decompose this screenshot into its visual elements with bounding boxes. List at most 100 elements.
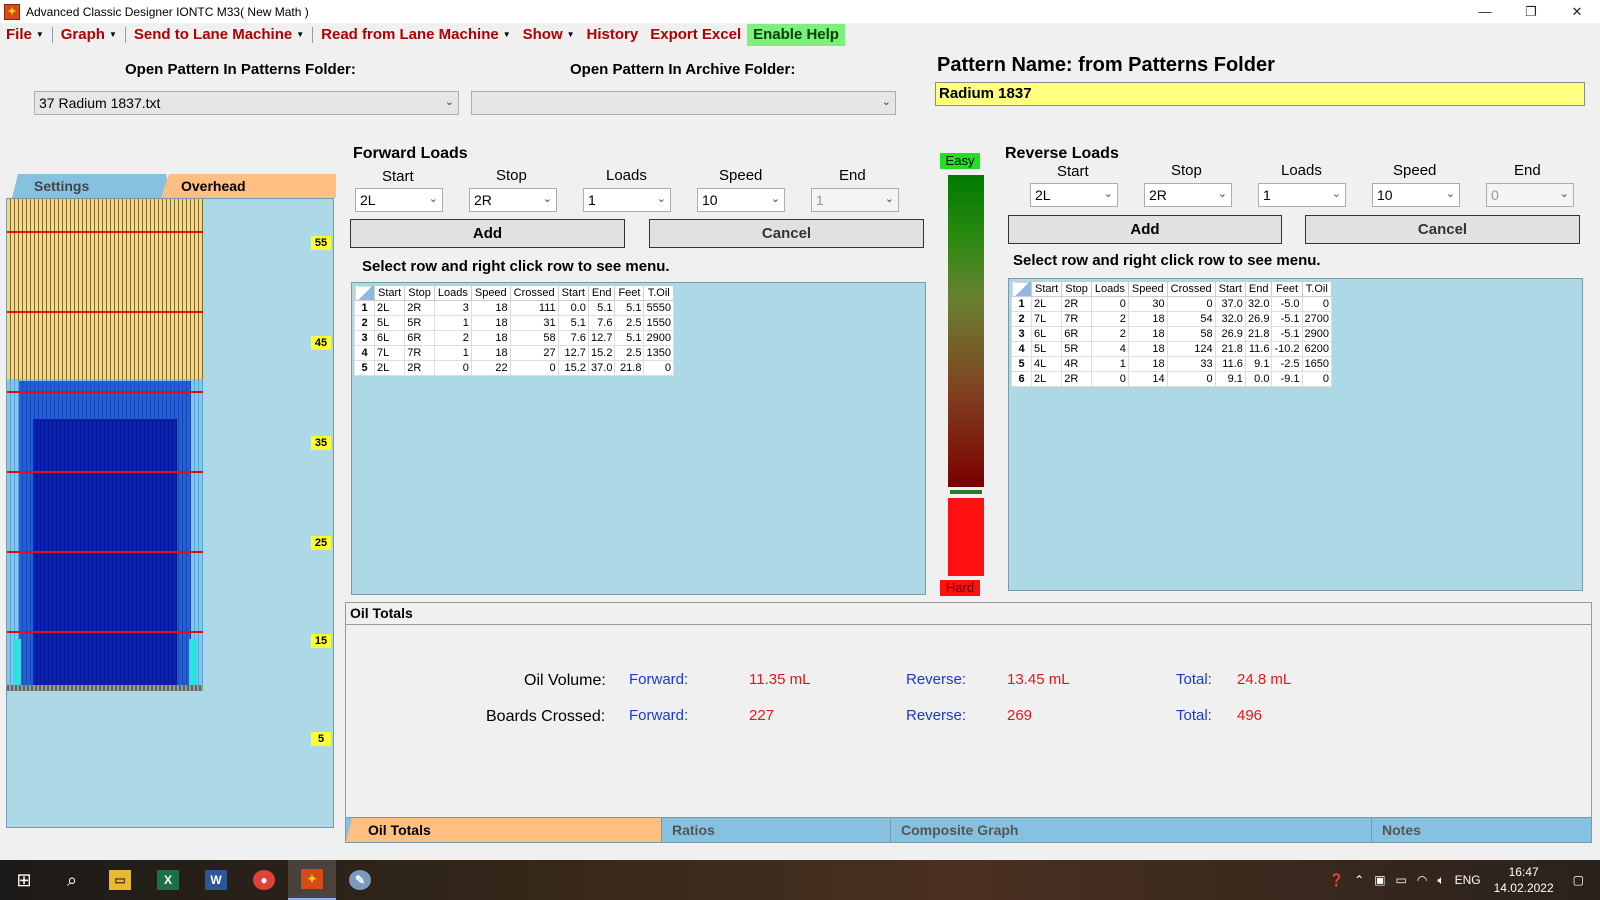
forward-cancel-button[interactable]: Cancel bbox=[649, 219, 924, 248]
menu-enable-help[interactable]: Enable Help bbox=[747, 24, 845, 46]
table-cell[interactable]: 2L bbox=[1030, 371, 1063, 387]
table-cell[interactable]: 2R bbox=[404, 360, 435, 376]
table-cell[interactable]: 7L bbox=[1030, 311, 1063, 327]
reverse-speed-select[interactable]: 10 ⌄ bbox=[1372, 183, 1460, 207]
table-cell[interactable]: 1350 bbox=[643, 345, 674, 361]
table-cell[interactable]: 0 bbox=[1090, 371, 1129, 387]
chrome-icon[interactable]: ● bbox=[240, 860, 288, 900]
column-header[interactable]: Loads bbox=[433, 285, 472, 301]
volume-icon[interactable]: 🔈︎ bbox=[1437, 873, 1444, 888]
chevron-up-icon[interactable]: ⌃ bbox=[1354, 873, 1364, 887]
tab-oil-totals[interactable]: Oil Totals bbox=[346, 818, 662, 842]
table-cell[interactable]: 1650 bbox=[1301, 356, 1333, 372]
table-cell[interactable]: 1 bbox=[433, 315, 472, 331]
table-cell[interactable]: 18 bbox=[1127, 311, 1168, 327]
column-header[interactable]: Speed bbox=[1127, 281, 1168, 297]
reverse-start-select[interactable]: 2L ⌄ bbox=[1030, 183, 1118, 207]
table-cell[interactable]: 2.5 bbox=[614, 315, 645, 331]
table-cell[interactable]: 2R bbox=[1061, 296, 1092, 312]
row-number[interactable]: 2 bbox=[1011, 311, 1032, 327]
column-header[interactable]: Start bbox=[1030, 281, 1063, 297]
row-number[interactable]: 5 bbox=[1011, 356, 1032, 372]
table-cell[interactable]: 0 bbox=[1301, 371, 1333, 387]
table-cell[interactable]: 11.6 bbox=[1214, 356, 1246, 372]
clock[interactable]: 16:47 14.02.2022 bbox=[1494, 864, 1554, 896]
table-cell[interactable]: 14 bbox=[1127, 371, 1168, 387]
table-cell[interactable]: 5R bbox=[1061, 341, 1092, 357]
table-cell[interactable]: -5.1 bbox=[1271, 311, 1303, 327]
table-cell[interactable]: 2L bbox=[373, 360, 406, 376]
reverse-cancel-button[interactable]: Cancel bbox=[1305, 215, 1580, 244]
menu-history[interactable]: History bbox=[581, 24, 645, 46]
column-header[interactable]: Start bbox=[557, 285, 589, 301]
table-cell[interactable]: 0 bbox=[433, 360, 472, 376]
table-cell[interactable]: 54 bbox=[1166, 311, 1216, 327]
table-cell[interactable]: 5.1 bbox=[614, 330, 645, 346]
start-windows-icon[interactable]: ⊞ bbox=[0, 860, 48, 900]
excel-icon[interactable]: X bbox=[144, 860, 192, 900]
table-cell[interactable]: 11.6 bbox=[1244, 341, 1273, 357]
column-header[interactable]: End bbox=[587, 285, 616, 301]
table-cell[interactable]: 0 bbox=[1166, 371, 1216, 387]
reverse-stop-select[interactable]: 2R ⌄ bbox=[1144, 183, 1232, 207]
table-row[interactable]: 5 4L 4R 1 18 33 11.6 9.1 -2.5 1650 bbox=[1011, 356, 1333, 372]
table-row[interactable]: 3 6L 6R 2 18 58 26.9 21.8 -5.1 2900 bbox=[1011, 326, 1333, 342]
table-row[interactable]: 3 6L 6R 2 18 58 7.6 12.7 5.1 2900 bbox=[354, 330, 674, 346]
table-cell[interactable]: 5L bbox=[373, 315, 406, 331]
column-header[interactable]: Stop bbox=[404, 285, 435, 301]
table-cell[interactable]: 18 bbox=[1127, 356, 1168, 372]
tab-notes[interactable]: Notes bbox=[1372, 818, 1591, 842]
table-row[interactable]: 1 2L 2R 0 30 0 37.0 32.0 -5.0 0 bbox=[1011, 296, 1333, 312]
table-cell[interactable]: 37.0 bbox=[1214, 296, 1246, 312]
tab-composite-graph[interactable]: Composite Graph bbox=[891, 818, 1372, 842]
restore-button[interactable]: ❐ bbox=[1508, 0, 1554, 23]
table-cell[interactable]: 6200 bbox=[1301, 341, 1333, 357]
column-header[interactable]: Start bbox=[373, 285, 406, 301]
table-row[interactable]: 6 2L 2R 0 14 0 9.1 0.0 -9.1 0 bbox=[1011, 371, 1333, 387]
menu-export-excel[interactable]: Export Excel bbox=[644, 24, 747, 46]
table-cell[interactable]: 7R bbox=[404, 345, 435, 361]
table-cell[interactable]: 2R bbox=[404, 300, 435, 316]
column-header[interactable]: Crossed bbox=[509, 285, 559, 301]
table-cell[interactable]: -5.0 bbox=[1271, 296, 1303, 312]
row-number[interactable]: 1 bbox=[1011, 296, 1032, 312]
table-cell[interactable]: 18 bbox=[470, 300, 511, 316]
table-cell[interactable]: 5.1 bbox=[587, 300, 616, 316]
table-cell[interactable]: 2 bbox=[1090, 326, 1129, 342]
forward-loads-select[interactable]: 1 ⌄ bbox=[583, 188, 671, 212]
help-icon[interactable]: ❓ bbox=[1329, 873, 1344, 887]
table-cell[interactable]: 2900 bbox=[1301, 326, 1333, 342]
table-row[interactable]: 5 2L 2R 0 22 0 15.2 37.0 21.8 0 bbox=[354, 360, 674, 376]
table-row[interactable]: 1 2L 2R 3 18 111 0.0 5.1 5.1 5550 bbox=[354, 300, 674, 316]
column-header[interactable]: End bbox=[1244, 281, 1273, 297]
menu-graph[interactable]: Graph ▼ bbox=[55, 24, 123, 46]
table-cell[interactable]: 18 bbox=[1127, 326, 1168, 342]
table-cell[interactable]: 5L bbox=[1030, 341, 1063, 357]
table-cell[interactable]: -2.5 bbox=[1271, 356, 1303, 372]
table-cell[interactable]: 1 bbox=[433, 345, 472, 361]
table-cell[interactable]: 18 bbox=[470, 330, 511, 346]
menu-show[interactable]: Show ▼ bbox=[517, 24, 581, 46]
forward-start-select[interactable]: 2L ⌄ bbox=[355, 188, 443, 212]
table-cell[interactable]: 2L bbox=[373, 300, 406, 316]
table-cell[interactable]: 27 bbox=[509, 345, 559, 361]
table-cell[interactable]: 5.1 bbox=[614, 300, 645, 316]
row-number[interactable]: 1 bbox=[354, 300, 375, 316]
table-cell[interactable]: 7.6 bbox=[557, 330, 589, 346]
reverse-add-button[interactable]: Add bbox=[1008, 215, 1282, 244]
table-cell[interactable]: 6L bbox=[1030, 326, 1063, 342]
table-cell[interactable]: 12.7 bbox=[557, 345, 589, 361]
table-row[interactable]: 4 5L 5R 4 18 124 21.8 11.6 -10.2 6200 bbox=[1011, 341, 1333, 357]
table-cell[interactable]: -5.1 bbox=[1271, 326, 1303, 342]
column-header[interactable]: Feet bbox=[614, 285, 645, 301]
word-icon[interactable]: W bbox=[192, 860, 240, 900]
table-cell[interactable]: 9.1 bbox=[1244, 356, 1273, 372]
table-cell[interactable]: 9.1 bbox=[1214, 371, 1246, 387]
table-cell[interactable]: 58 bbox=[1166, 326, 1216, 342]
select-all-corner[interactable] bbox=[1011, 281, 1032, 297]
forward-add-button[interactable]: Add bbox=[350, 219, 625, 248]
table-cell[interactable]: 21.8 bbox=[614, 360, 645, 376]
tab-overhead[interactable]: Overhead bbox=[161, 174, 336, 198]
table-cell[interactable]: 0.0 bbox=[1244, 371, 1273, 387]
column-header[interactable]: Start bbox=[1214, 281, 1246, 297]
